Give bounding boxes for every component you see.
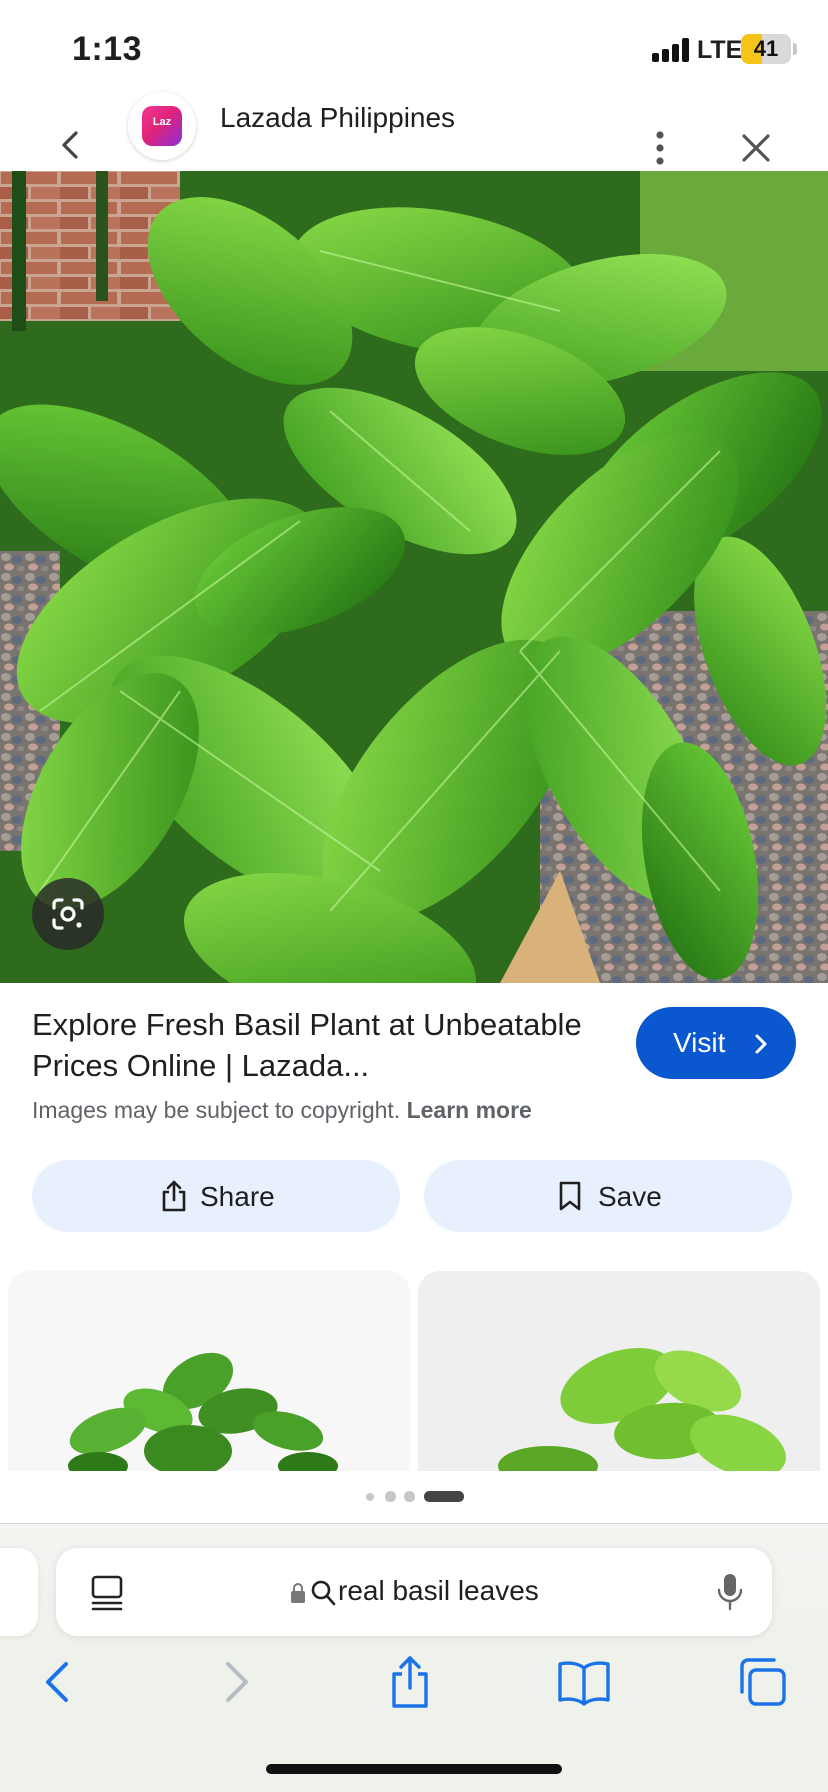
copyright-notice: Images may be subject to copyright. Lear… xyxy=(32,1097,532,1124)
basil-plant-illustration xyxy=(0,171,828,983)
lazada-logo-text: Laz xyxy=(152,116,172,128)
share-button-label: Share xyxy=(200,1181,275,1212)
related-image-card[interactable] xyxy=(8,1271,410,1471)
battery-tip xyxy=(793,43,797,55)
address-bar[interactable]: real basil leaves xyxy=(56,1548,772,1636)
browser-bottom-bar: real basil leaves xyxy=(0,1523,828,1792)
home-indicator xyxy=(266,1764,562,1774)
google-lens-button[interactable] xyxy=(32,878,104,950)
previous-tab-preview[interactable] xyxy=(0,1548,38,1636)
pagination-dots xyxy=(0,1471,828,1523)
copyright-text: Images may be subject to copyright. xyxy=(32,1097,401,1123)
tab-layout-icon[interactable] xyxy=(90,1574,124,1612)
site-favicon[interactable]: Laz xyxy=(128,92,196,160)
battery-icon: 41 xyxy=(741,34,791,64)
status-bar: 1:13 LTE 41 xyxy=(0,0,828,90)
pager-dot-active xyxy=(424,1491,464,1502)
related-image-card[interactable] xyxy=(418,1271,820,1471)
visit-button[interactable]: Visit xyxy=(636,1007,796,1079)
share-button[interactable]: Share xyxy=(32,1160,400,1232)
learn-more-link[interactable]: Learn more xyxy=(407,1097,532,1123)
pager-dot xyxy=(404,1491,415,1502)
share-icon[interactable] xyxy=(382,1654,438,1710)
save-button[interactable]: Save xyxy=(424,1160,792,1232)
lazada-logo: Laz xyxy=(142,106,182,146)
lock-icon xyxy=(291,1583,305,1603)
save-button-label: Save xyxy=(598,1181,662,1212)
google-lens-icon xyxy=(52,898,84,930)
page: 1:13 LTE 41 Laz Lazada Philippines Explo… xyxy=(0,0,828,1792)
site-name[interactable]: Lazada Philippines xyxy=(220,102,455,134)
more-vertical-icon[interactable] xyxy=(648,128,672,168)
chevron-left-icon[interactable] xyxy=(56,130,86,160)
back-icon[interactable] xyxy=(30,1654,86,1710)
pager-dot xyxy=(366,1493,374,1501)
chevron-right-icon xyxy=(755,1034,767,1054)
pager-dot xyxy=(385,1491,396,1502)
share-icon xyxy=(162,1180,186,1212)
tabs-icon[interactable] xyxy=(734,1654,790,1710)
related-basil-image xyxy=(498,1348,786,1471)
image-viewer-header: Laz Lazada Philippines xyxy=(0,88,828,172)
visit-button-label: Visit xyxy=(673,1027,726,1058)
signal-strength-icon xyxy=(652,38,692,62)
forward-icon[interactable] xyxy=(208,1654,264,1710)
result-title[interactable]: Explore Fresh Basil Plant at Unbeatable … xyxy=(32,1004,592,1086)
network-type: LTE xyxy=(697,36,743,64)
battery-percent: 41 xyxy=(753,36,779,61)
close-icon[interactable] xyxy=(740,132,772,164)
related-basil-image xyxy=(68,1352,338,1471)
bookmarks-icon[interactable] xyxy=(556,1654,612,1710)
search-icon xyxy=(311,1580,336,1606)
status-time: 1:13 xyxy=(72,30,143,68)
bookmark-icon xyxy=(559,1181,581,1211)
microphone-icon[interactable] xyxy=(716,1572,744,1612)
basil-plant-image[interactable] xyxy=(0,171,828,983)
address-bar-query: real basil leaves xyxy=(338,1575,539,1606)
